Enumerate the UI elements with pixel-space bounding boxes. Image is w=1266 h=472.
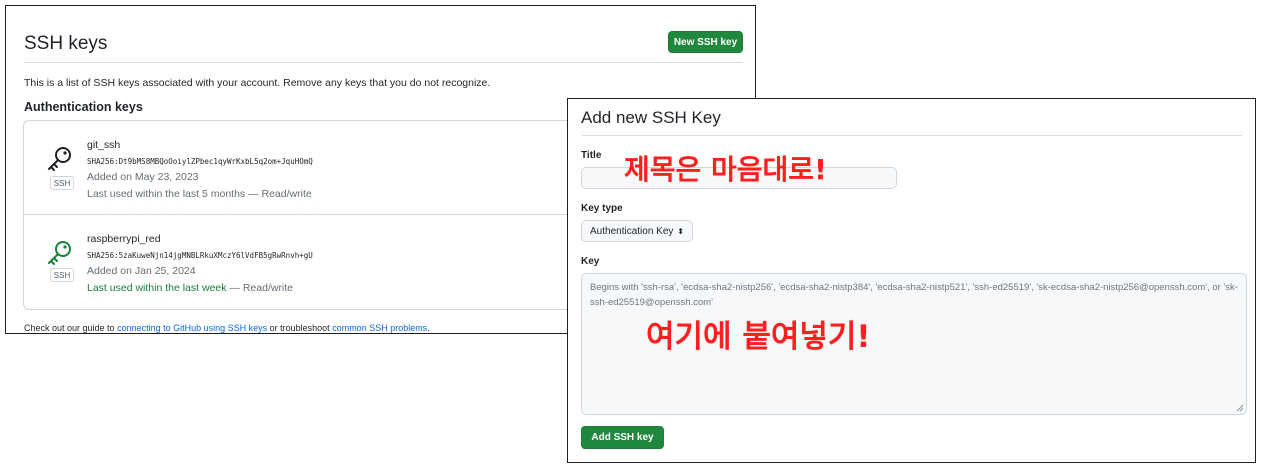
ssh-badge: SSH [50, 176, 74, 190]
ssh-badge: SSH [50, 268, 74, 282]
key-type-select[interactable]: Authentication Key ⬍ [581, 220, 693, 242]
form-title: Add new SSH Key [581, 108, 721, 127]
key-placeholder: Begins with 'ssh-rsa', 'ecdsa-sha2-nistp… [590, 282, 1238, 308]
key-name: raspberrypi_red [87, 233, 161, 245]
header-divider [24, 62, 743, 63]
add-ssh-key-button[interactable]: Add SSH key [581, 426, 664, 449]
title-annotation: 제목은 마음대로! [624, 153, 827, 186]
new-ssh-key-button[interactable]: New SSH key [668, 31, 743, 53]
key-type-value: Authentication Key [590, 225, 674, 237]
form-divider [581, 135, 1243, 136]
ssh-problems-link[interactable]: common SSH problems [332, 323, 427, 333]
key-type-label: Key type [581, 203, 623, 214]
key-icon [48, 147, 71, 171]
key-fingerprint: SHA256:Dt9bMS8MBQoOoiylZPbec1qyWrKxbL5q2… [87, 157, 313, 166]
key-label: Key [581, 256, 600, 267]
key-fingerprint: SHA256:5zaKuweNjn14jgMNBLRkuXMczY6lVdFB5… [87, 251, 313, 260]
key-name: git_ssh [87, 139, 121, 151]
help-footer: Check out our guide to connecting to Git… [24, 323, 430, 333]
authentication-keys-heading: Authentication keys [24, 100, 143, 114]
key-access: — Read/write [229, 282, 294, 294]
page-title: SSH keys [24, 33, 108, 54]
select-arrows-icon: ⬍ [677, 226, 684, 236]
last-used-text: Last used within the last week [87, 282, 227, 294]
footer-prefix: Check out our guide to [24, 323, 118, 333]
title-label: Title [581, 150, 602, 161]
ssh-guide-link[interactable]: connecting to GitHub using SSH keys [117, 323, 267, 333]
key-annotation: 여기에 붙여넣기! [646, 319, 871, 355]
key-last-used: Last used within the last 5 months — Rea… [87, 188, 312, 200]
key-icon [48, 241, 71, 265]
page-description: This is a list of SSH keys associated wi… [24, 77, 491, 89]
key-access: — Read/write [248, 188, 312, 200]
footer-middle: or troubleshoot [267, 323, 333, 333]
last-used-text: Last used within the last 5 months [87, 188, 246, 200]
key-added-date: Added on May 23, 2023 [87, 171, 199, 183]
resize-grip-icon[interactable] [1236, 404, 1244, 412]
add-ssh-key-panel: Add new SSH Key Title Key type Authentic… [567, 98, 1256, 463]
key-added-date: Added on Jan 25, 2024 [87, 265, 196, 277]
key-last-used: Last used within the last week — Read/wr… [87, 282, 293, 294]
footer-suffix: . [427, 323, 430, 333]
